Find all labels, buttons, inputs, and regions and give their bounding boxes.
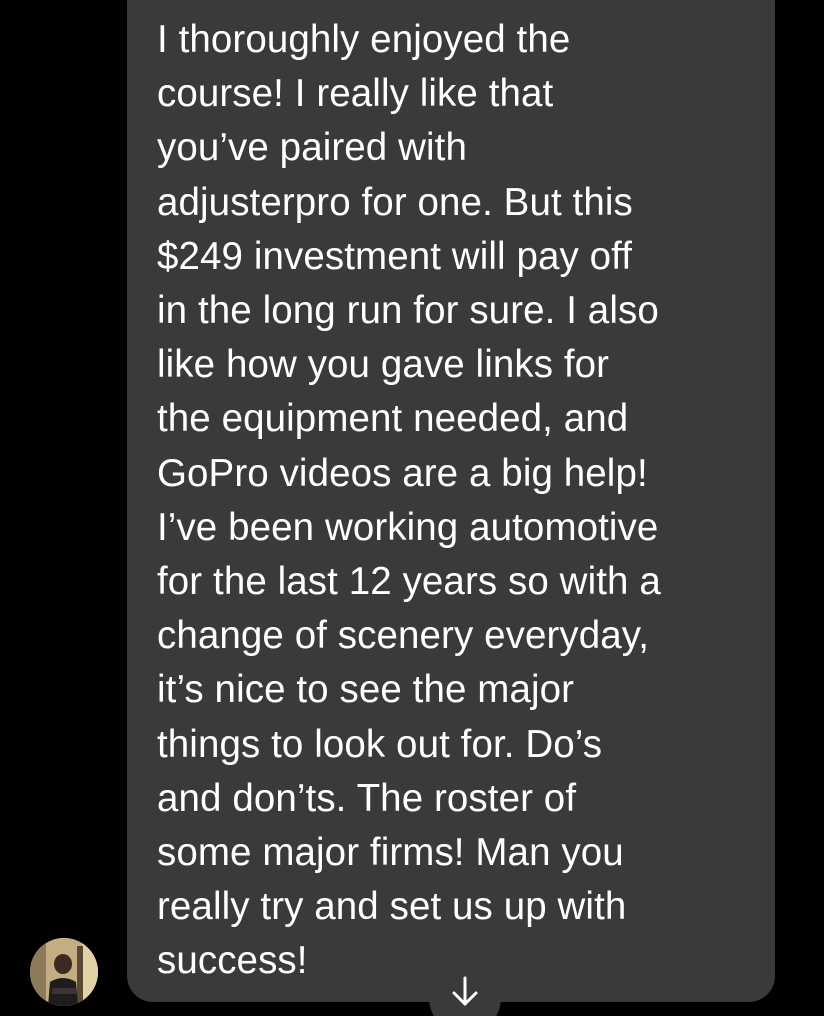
arrow-down-icon	[452, 976, 478, 1006]
chat-screen: I thoroughly enjoyed the course! I reall…	[0, 0, 824, 1016]
message-text: I thoroughly enjoyed the course! I reall…	[157, 18, 661, 983]
avatar-photo-icon	[30, 938, 98, 1006]
sender-avatar[interactable]	[30, 938, 98, 1006]
message-bubble[interactable]: I thoroughly enjoyed the course! I reall…	[127, 0, 775, 1002]
